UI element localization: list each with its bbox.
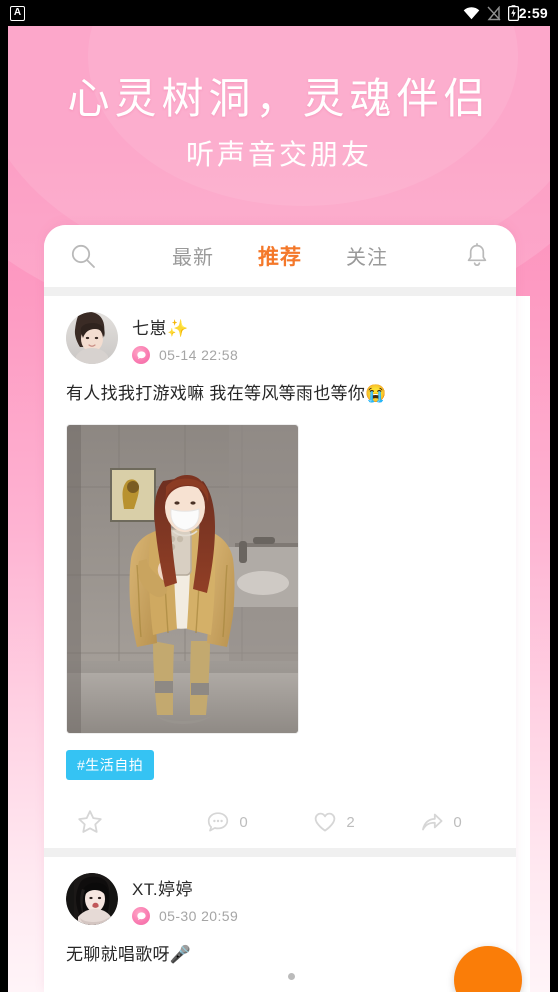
star-icon [78,810,102,833]
hero-title: 心灵树洞，灵魂伴侣 [67,75,491,122]
status-bar: A 2:59 [0,0,558,26]
mirror-selfie-photo [67,425,298,733]
tab-divider [44,287,516,296]
clock: 2:59 [518,5,548,21]
comment-button[interactable]: 0 [173,809,280,835]
battery-charging-icon [507,5,519,21]
comment-count: 0 [239,813,248,831]
search-icon [71,244,95,268]
post-image[interactable] [66,424,299,734]
post-text: 有人找我打游戏嘛 我在等风等雨也等你😭 [66,382,494,406]
avatar-photo [66,873,118,925]
notifications-button[interactable] [460,239,494,273]
post-timestamp: 05-30 20:59 [159,908,239,924]
status-bar-left: A [10,5,25,21]
bell-icon [467,243,487,267]
tab-bar: 最新 推荐 关注 [44,225,516,287]
hashtag-chip[interactable]: #生活自拍 [66,750,155,780]
post-username[interactable]: 七崽✨ [132,314,238,339]
comment-icon [208,812,229,832]
post-actions: 0 2 0 [66,796,494,848]
feed-post: 七崽✨ 05-14 22:58 有人找我打游戏嘛 我在等风等雨也等你😭 #生活自… [44,296,516,848]
app-root: A 2:59 心灵树洞，灵魂伴侣 听声音交朋友 最新 推荐 关注 七崽✨ 05-… [0,0,558,992]
hero-subtitle: 听声音交朋友 [185,139,372,170]
chat-bubble-glyph [136,350,146,359]
tab-recommend[interactable]: 推荐 [258,241,302,271]
avatar-photo [66,312,118,364]
post-text: 无聊就唱歌呀🎤 [66,943,494,967]
post-body: 无聊就唱歌呀 [66,945,170,964]
share-icon [422,813,443,831]
post-username[interactable]: XT.婷婷 [132,875,238,900]
chat-badge-icon [132,346,150,364]
avatar[interactable] [66,873,118,925]
avatar[interactable] [66,312,118,364]
post-separator [44,848,516,857]
post-timestamp: 05-14 22:58 [159,347,239,363]
feed-post: XT.婷婷 05-30 20:59 无聊就唱歌呀🎤 [44,857,516,989]
share-count: 0 [453,813,462,831]
post-meta: XT.婷婷 05-30 20:59 [132,873,238,925]
search-button[interactable] [66,239,100,273]
post-feed: 七崽✨ 05-14 22:58 有人找我打游戏嘛 我在等风等雨也等你😭 #生活自… [44,296,516,989]
wifi-icon [463,6,480,19]
post-meta: 七崽✨ 05-14 22:58 [132,312,238,364]
tab-latest[interactable]: 最新 [172,241,214,271]
heart-icon [315,812,336,832]
hero-banner: 心灵树洞，灵魂伴侣 听声音交朋友 [0,70,558,178]
like-button[interactable]: 2 [280,809,387,835]
share-button[interactable]: 0 [387,809,494,835]
post-header: 七崽✨ 05-14 22:58 [66,296,494,364]
post-emoji: 🎤 [169,945,192,964]
app-badge-icon: A [10,5,25,21]
post-meta-row: 05-30 20:59 [132,907,238,925]
loading-dot [288,973,295,980]
post-tags: #生活自拍 [66,750,494,780]
tab-list: 最新 推荐 关注 [44,241,516,271]
status-bar-right [463,5,519,21]
chat-bubble-glyph [136,911,146,920]
post-meta-row: 05-14 22:58 [132,346,238,364]
post-body: 有人找我打游戏嘛 我在等风等雨也等你 [66,384,366,403]
chat-badge-icon [132,907,150,925]
signal-icon [487,5,501,20]
app-card: 最新 推荐 关注 七崽✨ 05-14 22:58 有人找我打游戏嘛 我在等风等雨… [44,225,516,992]
post-header: XT.婷婷 05-30 20:59 [66,857,494,925]
loading-indicator [66,967,494,989]
tab-follow[interactable]: 关注 [346,241,388,271]
like-count: 2 [346,813,355,831]
post-emoji: 😭 [365,384,387,403]
favorite-button[interactable] [66,808,173,836]
